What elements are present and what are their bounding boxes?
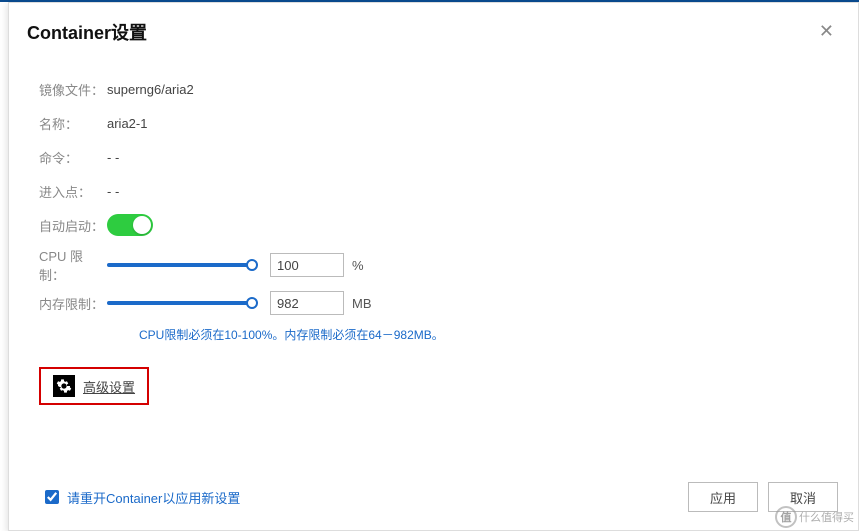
autostart-label: 自动启动： [39, 216, 107, 235]
advanced-settings-link[interactable]: 高级设置 [39, 367, 149, 405]
entrypoint-value: - - [107, 184, 119, 199]
cpu-limit-input[interactable] [270, 253, 344, 277]
row-memory-limit: 内存限制： MB [39, 288, 828, 318]
dialog-title: Container设置 [27, 19, 147, 45]
memory-limit-label: 内存限制： [39, 294, 107, 313]
slider-handle-icon[interactable] [246, 297, 258, 309]
name-label: 名称： [39, 114, 107, 133]
image-value: superng6/aria2 [107, 82, 194, 97]
row-command: 命令： - - [39, 142, 828, 172]
dialog-body: 镜像文件： superng6/aria2 名称： aria2-1 命令： - -… [9, 56, 858, 405]
container-settings-dialog: Container设置 ✕ 镜像文件： superng6/aria2 名称： a… [8, 2, 859, 531]
row-autostart: 自动启动： [39, 210, 828, 240]
slider-track [107, 301, 252, 305]
row-name: 名称： aria2-1 [39, 108, 828, 138]
row-cpu-limit: CPU 限制： % [39, 246, 828, 284]
command-value: - - [107, 150, 119, 165]
restart-checkbox-wrap[interactable]: 请重开Container以应用新设置 [45, 488, 240, 507]
slider-track [107, 263, 252, 267]
gear-icon [53, 375, 75, 397]
entrypoint-label: 进入点： [39, 182, 107, 201]
memory-limit-input[interactable] [270, 291, 344, 315]
cpu-limit-label: CPU 限制： [39, 246, 107, 284]
command-label: 命令： [39, 148, 107, 167]
cpu-limit-unit: % [352, 258, 364, 273]
row-entrypoint: 进入点： - - [39, 176, 828, 206]
memory-limit-unit: MB [352, 296, 372, 311]
memory-limit-slider[interactable] [107, 296, 252, 310]
restart-checkbox-label: 请重开Container以应用新设置 [67, 488, 240, 507]
limits-hint-text: CPU限制必须在10-100%。内存限制必须在64－982MB。 [139, 326, 828, 343]
footer-buttons: 应用 取消 [688, 482, 838, 512]
advanced-settings-label: 高级设置 [83, 377, 135, 396]
dialog-footer: 请重开Container以应用新设置 应用 取消 [9, 470, 858, 530]
titlebar: Container设置 ✕ [9, 3, 858, 56]
toggle-knob [133, 216, 151, 234]
cancel-button[interactable]: 取消 [768, 482, 838, 512]
image-label: 镜像文件： [39, 80, 107, 99]
slider-handle-icon[interactable] [246, 259, 258, 271]
name-value: aria2-1 [107, 116, 147, 131]
apply-button[interactable]: 应用 [688, 482, 758, 512]
cpu-limit-slider[interactable] [107, 258, 252, 272]
row-image: 镜像文件： superng6/aria2 [39, 74, 828, 104]
restart-checkbox[interactable] [45, 490, 59, 504]
close-icon[interactable]: ✕ [813, 17, 840, 46]
autostart-toggle[interactable] [107, 214, 153, 236]
